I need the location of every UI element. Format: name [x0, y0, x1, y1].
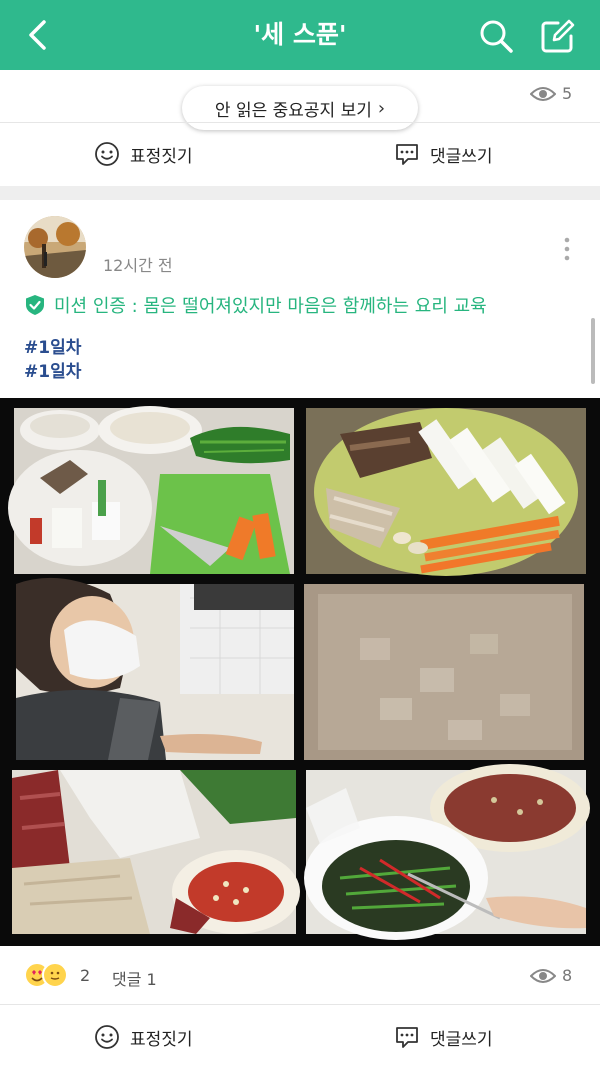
comment-icon: [396, 144, 418, 165]
reaction-count: 2: [80, 966, 91, 985]
shield-check-icon: [26, 295, 44, 315]
react-button[interactable]: 표정짓기: [94, 1024, 193, 1050]
more-options-icon[interactable]: [560, 236, 574, 262]
unread-notice-button[interactable]: 안 읽은 중요공지 보기 ›: [182, 86, 418, 130]
post-time: 12시간 전: [103, 256, 173, 275]
reaction-emojis[interactable]: [24, 962, 68, 988]
comment-label: 댓글쓰기: [430, 1029, 493, 1050]
scrollbar[interactable]: [591, 318, 595, 384]
post-separator: [0, 186, 600, 200]
eye-icon: [530, 968, 556, 983]
person-cooking-photo: [16, 577, 294, 760]
hashtag[interactable]: #1일차: [24, 333, 81, 358]
smile-icon: [95, 142, 119, 166]
react-label: 표정짓기: [130, 146, 193, 167]
comment-icon: [396, 1027, 418, 1048]
raw-beef-photo: [12, 770, 300, 934]
comment-button[interactable]: 댓글쓰기: [394, 1024, 493, 1050]
avatar-image: [24, 216, 86, 278]
photo-collage[interactable]: [0, 398, 600, 946]
view-count: 8: [562, 966, 573, 985]
view-count: 5: [562, 84, 573, 103]
mission-text: 미션 인증 : 몸은 떨어져있지만 마음은 함께하는 요리 교육: [54, 296, 487, 317]
divider: [0, 1004, 600, 1005]
unread-notice-label: 안 읽은 중요공지 보기: [214, 100, 372, 121]
hashtag[interactable]: #1일차: [24, 357, 81, 382]
comment-label: 댓글쓰기: [430, 146, 493, 167]
top-bar: '세 스푼': [0, 0, 600, 70]
edit-icon[interactable]: [540, 18, 576, 54]
post-views: 8: [530, 966, 572, 985]
mission-certification: 미션 인증 : 몸은 떨어져있지만 마음은 함께하는 요리 교육: [24, 292, 487, 318]
prev-react-button[interactable]: 표정짓기: [94, 141, 193, 167]
eye-icon: [530, 86, 556, 101]
thumbs-up-emoji-icon: [42, 962, 68, 988]
collage-images: [8, 406, 590, 940]
comment-count[interactable]: 댓글 1: [112, 966, 157, 990]
smile-icon: [95, 1025, 119, 1049]
sliced-vegetables-photo: [306, 408, 586, 576]
rice-soaking-photo: [304, 584, 584, 760]
prev-comment-button[interactable]: 댓글쓰기: [394, 141, 493, 167]
search-icon[interactable]: [478, 18, 514, 54]
avatar[interactable]: [24, 216, 86, 278]
prev-post-views: 5: [530, 84, 572, 103]
vegetables-bowl-photo: [304, 764, 590, 940]
chevron-right-icon: ›: [377, 97, 386, 119]
divider: [0, 122, 600, 123]
react-label: 표정짓기: [130, 1029, 193, 1050]
prep-ingredients-photo: [8, 406, 294, 574]
